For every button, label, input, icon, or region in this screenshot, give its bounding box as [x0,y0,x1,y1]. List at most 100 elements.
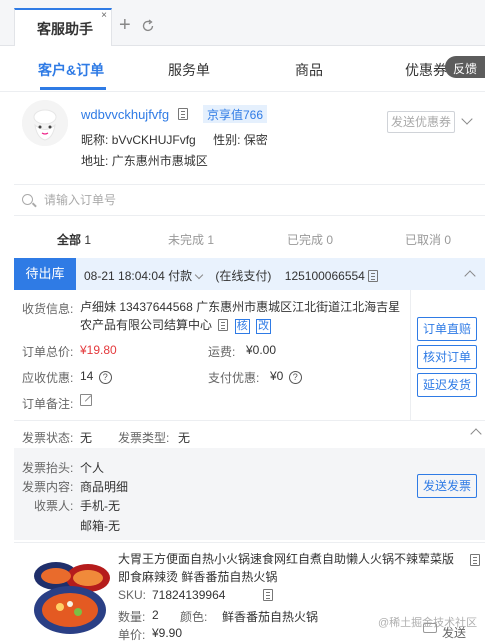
gender-label: 性别: [213,133,241,147]
invoice-title-label: 发票抬头: [22,461,74,475]
gender-value: 保密 [243,133,268,147]
refresh-icon[interactable] [141,19,155,33]
discount-label: 应收优惠: [22,371,74,385]
receiver-label: 收货信息: [22,302,74,316]
total-label: 订单总价: [22,345,74,359]
address-row: 地址: 广东惠州市惠城区 [81,152,208,169]
product-title[interactable]: 大胃王方便面自热小火锅速食网红自煮自助懒人火锅不辣荤菜版 即食麻辣烫 鲜香番茄自… [118,550,458,586]
tab-label: 客服助手 [37,21,93,37]
color-label: 颜色: [180,610,208,624]
nickname-value: bVvCKHUJFvfg [111,133,196,147]
tab-customer-assistant[interactable]: 客服助手 × [14,8,112,46]
chevron-up-icon[interactable] [464,270,476,282]
verify-order-button[interactable]: 核对订单 [417,345,477,369]
search-icon [22,194,33,205]
copy-icon[interactable] [218,319,229,331]
delay-shipping-button[interactable]: 延迟发货 [417,373,477,397]
filter-label: 未完成 [168,233,205,247]
send-coupon-button[interactable]: 发送优惠券 [387,111,455,133]
copy-icon[interactable] [178,108,188,120]
send-icon[interactable] [423,623,437,633]
filter-count: 1 [84,233,92,247]
avatar [22,100,68,146]
copy-icon[interactable] [262,589,273,601]
filter-finished[interactable]: 已完成 0 [287,231,333,248]
filter-unfinished[interactable]: 未完成 1 [168,231,214,248]
jd-value-badge: 京享值766 [203,105,268,123]
price-value: ¥9.90 [152,626,183,640]
invoice-status-label: 发票状态: [22,431,74,445]
edit-icon[interactable] [80,394,92,406]
help-icon[interactable]: ? [288,371,302,384]
invoice-receiver-label: 收票人: [34,499,74,513]
feedback-button[interactable]: 反馈 [445,56,485,78]
color-value: 鲜香番茄自热火锅 [222,610,319,624]
customer-username[interactable]: wdbvvckhujfvfg [81,107,169,122]
nav-products[interactable]: 商品 [295,60,323,80]
filter-label: 已完成 [287,233,324,247]
active-nav-indicator [40,87,106,90]
divider [14,542,485,543]
product-image [28,552,112,638]
edit-address-tag[interactable]: 改 [256,319,272,334]
address-value: 广东惠州市惠城区 [111,154,208,168]
nav-coupons[interactable]: 优惠券 [405,60,447,80]
send-product-button[interactable]: 发送 [442,624,466,641]
shipping-value: ¥0.00 [246,343,277,357]
divider [14,420,485,421]
filter-count: 1 [207,233,215,247]
nav-service-order[interactable]: 服务单 [168,60,210,80]
close-icon[interactable]: × [101,10,107,21]
pay-discount-label: 支付优惠: [208,371,260,385]
note-label: 订单备注: [22,397,74,411]
order-time: 08-21 18:04:04 付款 [84,269,193,283]
order-search [14,184,485,216]
qty-value: 2 [152,608,159,622]
total-value: ¥19.80 [80,343,117,357]
copy-icon[interactable] [368,270,379,282]
invoice-type-label: 发票类型: [118,431,170,445]
nickname-row: 昵称: bVvCKHUJFvfg 性别: 保密 [81,131,268,148]
filter-label: 全部 [57,233,82,247]
chevron-up-icon[interactable] [470,428,482,440]
invoice-content-value: 商品明细 [80,480,129,494]
filter-count: 0 [444,233,452,247]
nickname-label: 昵称: [81,133,109,147]
verify-address-tag[interactable]: 核 [234,319,250,334]
invoice-content-label: 发票内容: [22,480,74,494]
main-nav: 客户&订单 服务单 商品 优惠券 [0,46,485,92]
add-tab-icon[interactable]: + [119,15,131,35]
price-label: 单价: [118,628,146,642]
filter-all[interactable]: 全部 1 [57,231,91,248]
invoice-title-value: 个人 [80,461,105,475]
discount-value: 14 ? [80,369,112,384]
sku-label: SKU: [118,588,147,602]
invoice-phone-value: 手机-无 [80,499,120,513]
avatar-face-icon [22,100,68,146]
order-id: 125100066554 [284,269,365,283]
search-input[interactable] [44,191,444,209]
discount-number: 14 [80,369,94,383]
chevron-down-icon[interactable] [194,270,204,280]
address-label: 地址: [81,154,109,168]
invoice-email-value: 邮箱-无 [80,519,120,533]
filter-label: 已取消 [405,233,442,247]
order-header: 待出库 08-21 18:04:04 付款 (在线支付) 12510006655… [14,258,485,290]
help-icon[interactable]: ? [98,371,112,384]
order-status-badge: 待出库 [14,258,76,290]
copy-icon[interactable] [470,554,481,566]
qty-label: 数量: [118,610,146,624]
pay-method: (在线支付) [215,269,272,283]
invoice-status-value: 无 [80,431,93,445]
pay-discount-value: ¥0 ? [270,369,302,384]
invoice-type-value: 无 [178,431,191,445]
order-compensation-button[interactable]: 订单直赔 [417,317,477,341]
divider [410,290,411,420]
nav-customer-order[interactable]: 客户&订单 [38,60,104,80]
send-invoice-button[interactable]: 发送发票 [417,474,477,498]
filter-cancelled[interactable]: 已取消 0 [405,231,451,248]
shipping-label: 运费: [208,345,236,359]
chevron-down-icon[interactable] [461,113,473,125]
filter-count: 0 [326,233,334,247]
pay-discount-number: ¥0 [270,369,284,383]
